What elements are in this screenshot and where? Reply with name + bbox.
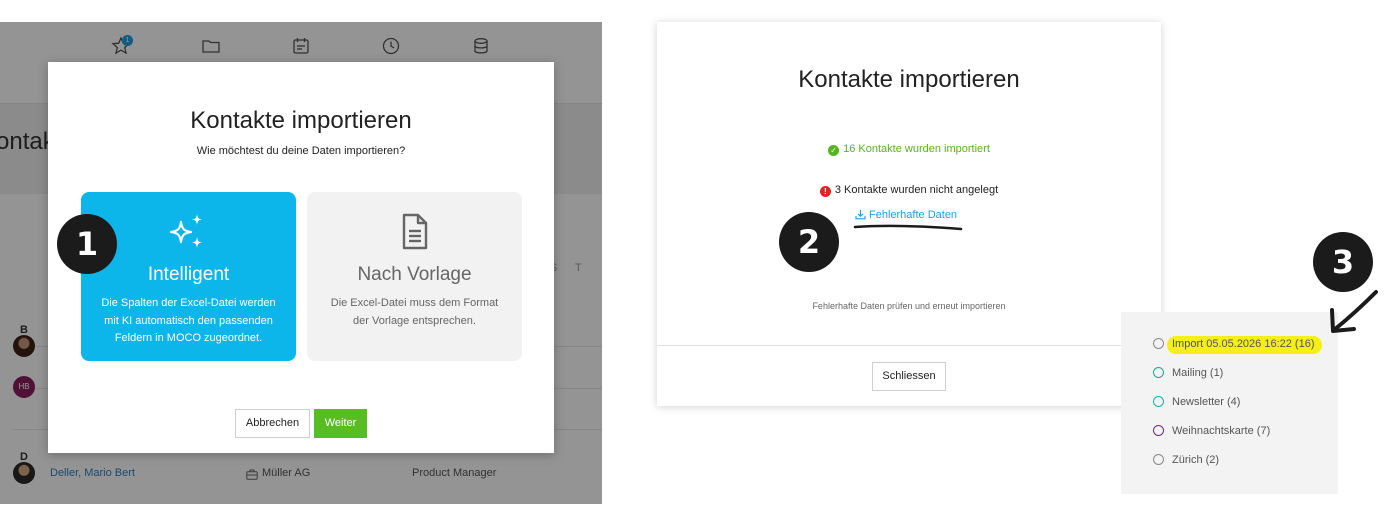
dialog-divider (657, 345, 1161, 346)
tag-circle-icon (1153, 367, 1164, 378)
option-description: Die Spalten der Excel-Datei werden mit K… (101, 297, 276, 344)
tag-circle-icon (1153, 425, 1164, 436)
dialog-title: Kontakte importieren (798, 66, 1020, 93)
close-button[interactable]: Schliessen (872, 362, 946, 391)
tag-label: Weihnachtskarte (7) (1172, 425, 1271, 437)
tag-item-zuerich[interactable]: Zürich (2) (1153, 454, 1219, 466)
option-description: Die Excel-Datei muss dem Format der Vorl… (330, 297, 499, 327)
document-icon (307, 210, 522, 254)
option-template[interactable]: Nach Vorlage Die Excel-Datei muss dem Fo… (307, 192, 522, 361)
tag-label: Zürich (2) (1172, 454, 1220, 466)
step-badge: 3 (1313, 232, 1373, 292)
download-link-label[interactable]: Fehlerhafte Daten (869, 209, 957, 221)
tag-item-weihnachtskarte[interactable]: Weihnachtskarte (7) (1153, 425, 1270, 437)
option-title: Intelligent (147, 264, 230, 285)
check-circle-icon: ✓ (828, 145, 840, 156)
tag-circle-icon (1153, 338, 1164, 349)
cancel-button[interactable]: Abbrechen (235, 409, 310, 438)
step-badge: 2 (779, 212, 839, 272)
tag-circle-icon (1153, 396, 1164, 407)
next-button[interactable]: Weiter (314, 409, 367, 438)
tag-circle-icon (1153, 454, 1164, 465)
error-text: 3 Kontakte wurden nicht angelegt (834, 184, 999, 196)
tag-item-import[interactable]: Import 05.05.2026 16:22 (16) (1153, 338, 1314, 350)
step-badge: 1 (57, 214, 117, 274)
option-intelligent[interactable]: Intelligent Die Spalten der Excel-Datei … (81, 192, 296, 361)
option-title: Nach Vorlage (357, 264, 472, 285)
import-error-message: ! 3 Kontakte wurden nicht angelegt (657, 184, 1161, 197)
dialog-subtitle: Wie möchtest du deine Daten importieren? (196, 145, 406, 157)
error-circle-icon: ! (819, 186, 831, 197)
retry-hint: Fehlerhafte Daten prüfen und erneut impo… (812, 301, 1006, 311)
hand-drawn-underline (853, 224, 963, 231)
tag-item-mailing[interactable]: Mailing (1) (1153, 367, 1223, 379)
tag-label: Newsletter (4) (1172, 396, 1241, 408)
tag-label: Mailing (1) (1172, 367, 1224, 379)
tag-label: Import 05.05.2026 16:22 (16) (1172, 338, 1315, 350)
tag-item-newsletter[interactable]: Newsletter (4) (1153, 396, 1240, 408)
download-faulty-data-link[interactable]: Fehlerhafte Daten (855, 209, 957, 221)
hand-drawn-arrow-icon (1330, 290, 1378, 333)
dialog-title: Kontakte importieren (190, 107, 412, 134)
success-text: 16 Kontakte wurden importiert (843, 143, 990, 155)
import-success-message: ✓ 16 Kontakte wurden importiert (657, 143, 1161, 156)
download-icon (855, 210, 866, 220)
